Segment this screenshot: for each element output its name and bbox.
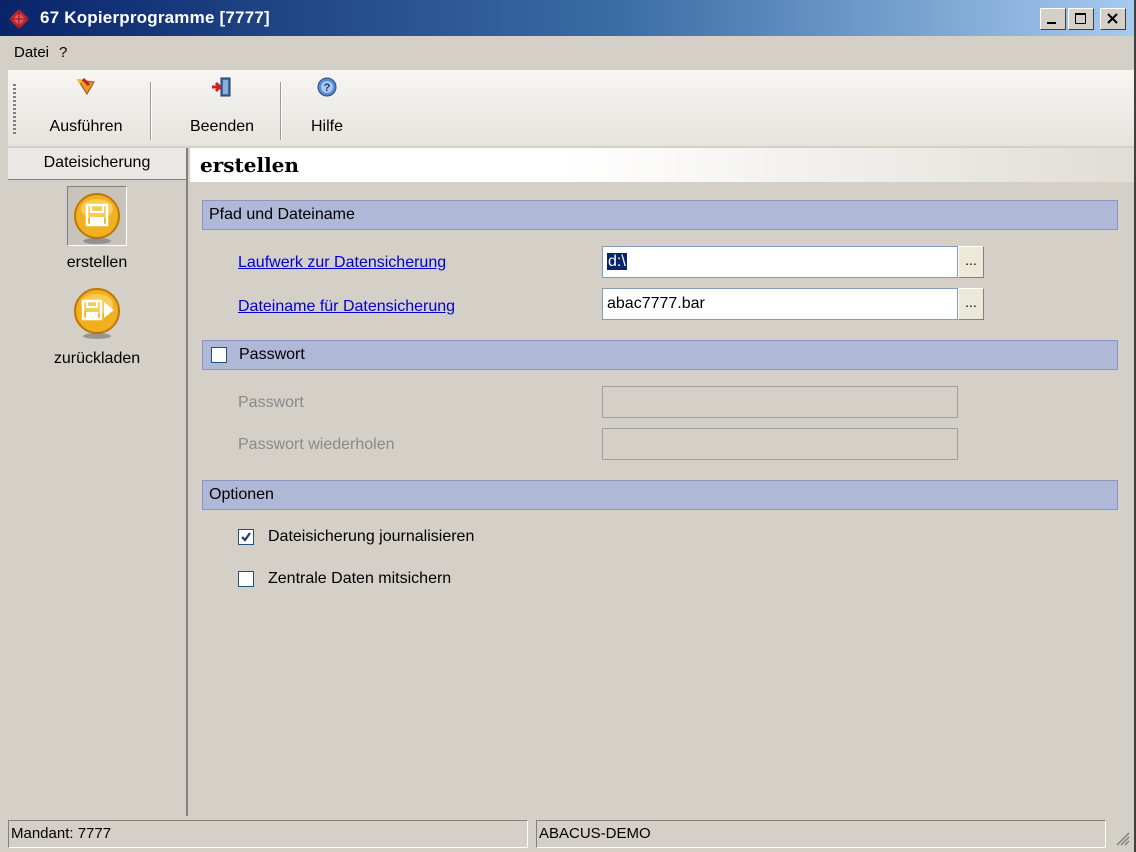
password-label: Passwort: [238, 394, 304, 411]
menu-datei[interactable]: Datei: [10, 40, 55, 66]
window-title: 67 Kopierprogramme [7777]: [40, 8, 270, 27]
help-button[interactable]: ? Hilfe: [292, 76, 362, 136]
status-company: ABACUS-DEMO: [536, 820, 1106, 848]
help-icon: ?: [317, 77, 337, 97]
options-group-header: Optionen: [202, 480, 1118, 510]
drive-input-value: d:\: [607, 253, 627, 270]
maximize-icon: [1075, 13, 1086, 24]
filename-label-link[interactable]: Dateiname für Datensicherung: [238, 298, 455, 316]
help-label: Hilfe: [310, 118, 343, 135]
maximize-button[interactable]: [1068, 8, 1094, 30]
svg-text:?: ?: [324, 82, 331, 94]
run-label: Ausführen: [49, 118, 123, 135]
path-group-header: Pfad und Dateiname: [202, 200, 1118, 230]
floppy-restore-icon: [74, 288, 120, 339]
password-group-header: Passwort: [202, 340, 1118, 370]
minimize-button[interactable]: [1040, 8, 1066, 30]
main-content: erstellen Pfad und Dateiname Laufwerk zu…: [190, 148, 1134, 816]
nav-icon-frame: [67, 186, 127, 246]
toolbar-separator: [280, 82, 282, 140]
exit-button[interactable]: Beenden: [172, 76, 272, 136]
nav-label-zurueckladen: zurückladen: [53, 350, 141, 367]
checkmark-icon: [241, 532, 251, 542]
page-title: erstellen: [190, 148, 1134, 182]
toolbar-separator: [150, 82, 152, 140]
run-icon: [77, 77, 95, 95]
drive-label-link[interactable]: Laufwerk zur Datensicherung: [238, 254, 446, 272]
status-bar: Mandant: 7777 ABACUS-DEMO: [8, 818, 1134, 850]
nav-header[interactable]: Dateisicherung: [8, 148, 186, 180]
password-enable-checkbox[interactable]: [211, 347, 227, 363]
minimize-icon: [1047, 22, 1056, 24]
filename-browse-button[interactable]: ...: [958, 288, 984, 320]
exit-label: Beenden: [189, 118, 255, 135]
exit-door-icon: [212, 77, 231, 97]
menu-help[interactable]: ?: [55, 40, 73, 66]
close-icon: [1107, 13, 1118, 24]
filename-input[interactable]: abac7777.bar: [602, 288, 958, 320]
journal-checkbox[interactable]: [238, 529, 254, 545]
password-input[interactable]: [602, 386, 958, 418]
journal-label: Dateisicherung journalisieren: [268, 528, 475, 545]
password-repeat-label: Passwort wiederholen: [238, 436, 395, 453]
nav-item-erstellen[interactable]: erstellen: [8, 186, 186, 272]
resize-grip-icon[interactable]: [1114, 830, 1130, 846]
nav-icon-frame: [67, 282, 127, 342]
menu-bar: Datei ?: [10, 40, 73, 66]
central-data-option[interactable]: Zentrale Daten mitsichern: [238, 570, 451, 588]
nav-label-erstellen: erstellen: [66, 254, 128, 271]
journal-option[interactable]: Dateisicherung journalisieren: [238, 528, 474, 546]
navigation-panel: Dateisicherung erstellen zurückladen: [8, 148, 188, 816]
central-data-label: Zentrale Daten mitsichern: [268, 570, 452, 587]
app-logo-icon: [9, 9, 29, 29]
password-repeat-input[interactable]: [602, 428, 958, 460]
central-data-checkbox[interactable]: [238, 571, 254, 587]
run-button[interactable]: Ausführen: [36, 76, 136, 136]
nav-item-zurueckladen[interactable]: zurückladen: [8, 282, 186, 368]
application-window: 67 Kopierprogramme [7777] Datei ? Ausfüh…: [0, 0, 1136, 852]
toolbar-grip[interactable]: [13, 84, 16, 134]
close-button[interactable]: [1100, 8, 1126, 30]
title-bar[interactable]: 67 Kopierprogramme [7777]: [0, 0, 1134, 36]
drive-browse-button[interactable]: ...: [958, 246, 984, 278]
floppy-disk-icon: [74, 193, 120, 244]
drive-input[interactable]: d:\: [602, 246, 958, 278]
password-group-label: Passwort: [239, 346, 305, 363]
toolbar: Ausführen Beenden ? Hilfe: [8, 70, 1134, 146]
status-mandant: Mandant: 7777: [8, 820, 528, 848]
